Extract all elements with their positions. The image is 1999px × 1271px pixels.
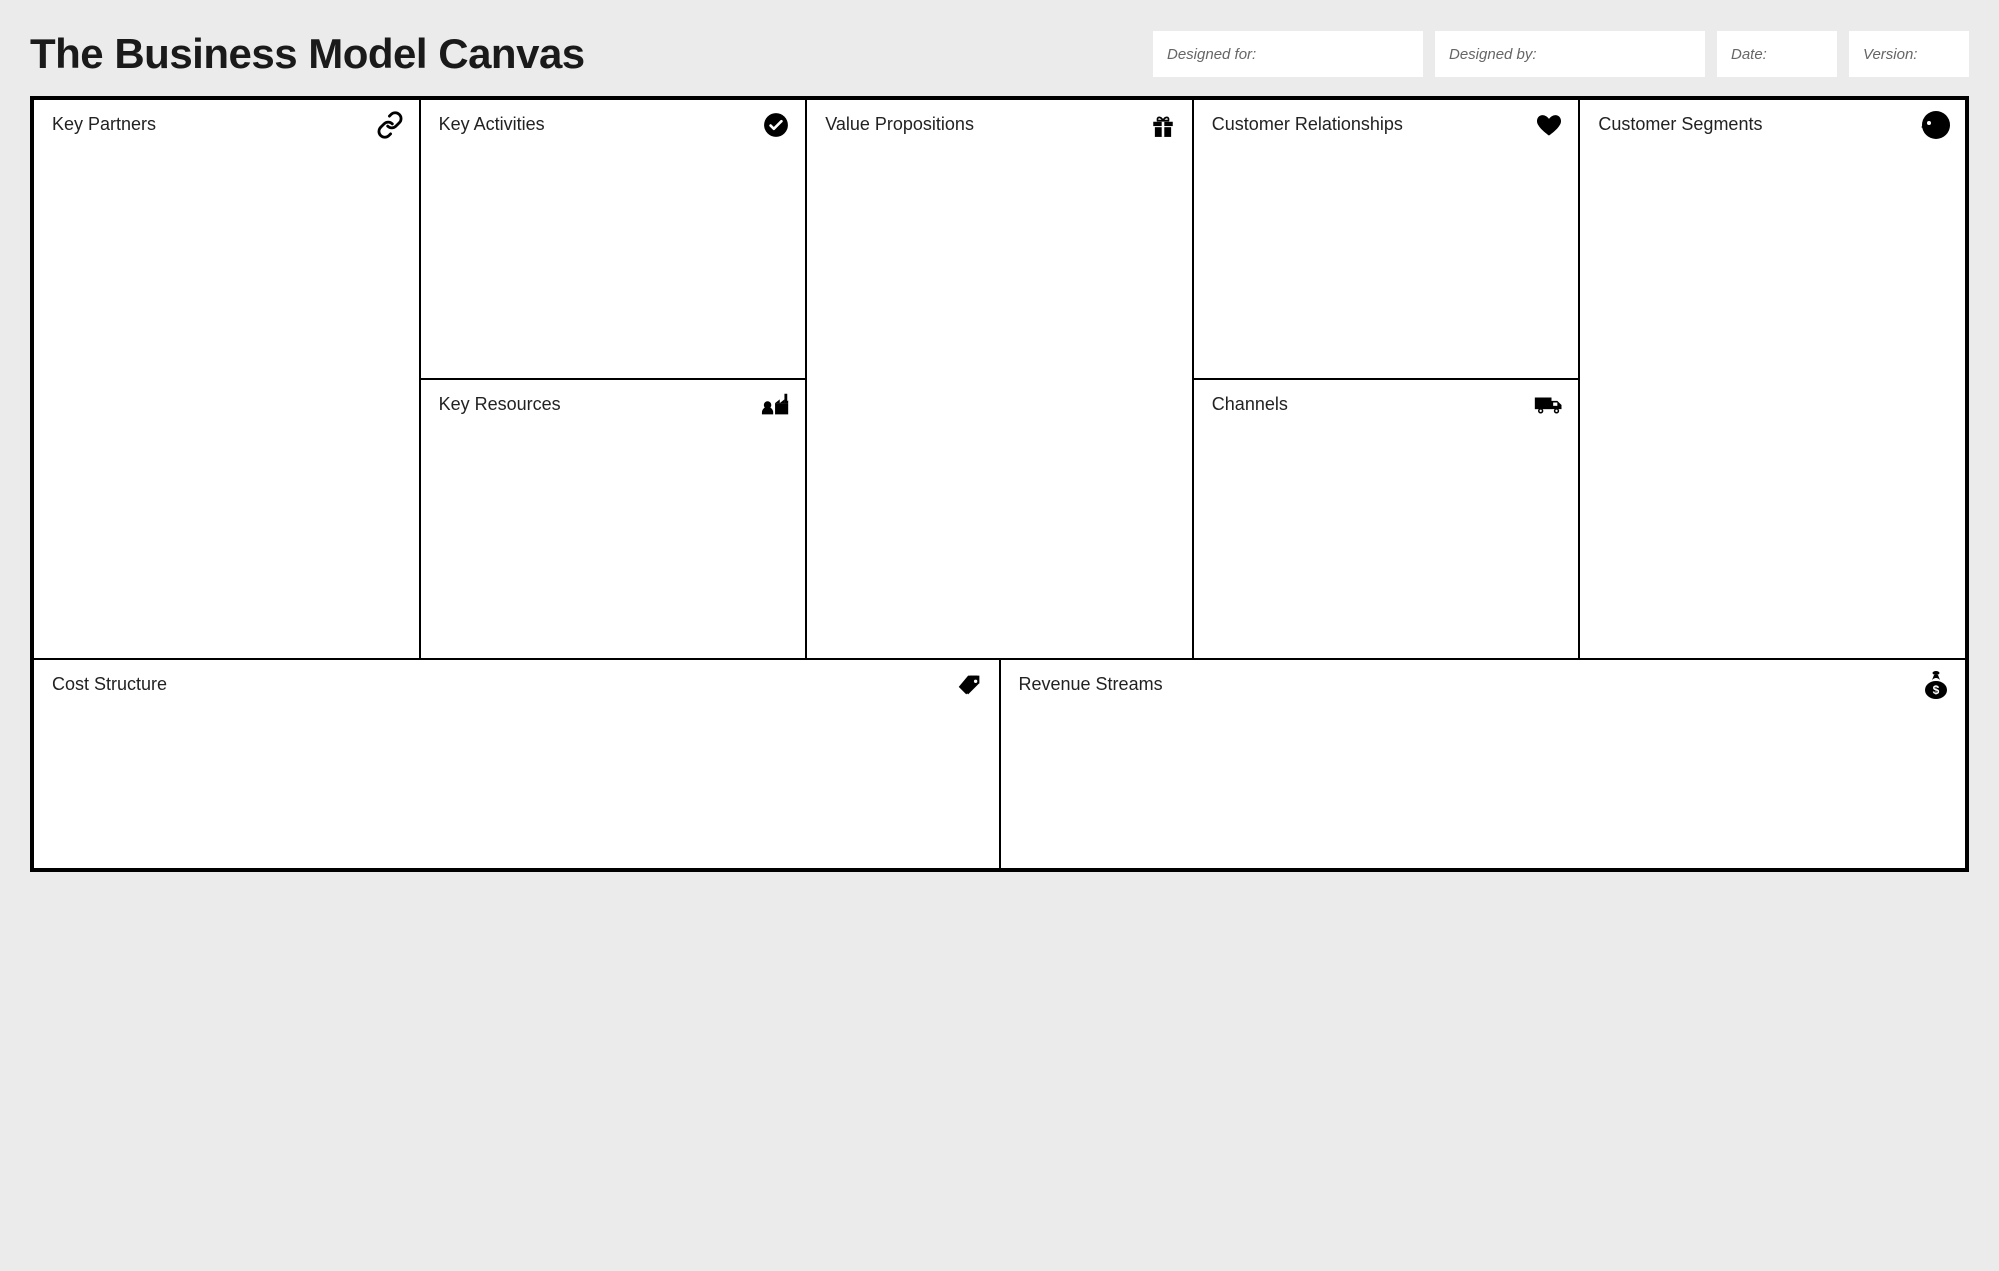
tag-icon [955, 670, 985, 700]
cell-title-customer-segments: Customer Segments [1598, 114, 1947, 135]
link-icon [375, 110, 405, 140]
money-bag-icon: $ [1921, 670, 1951, 700]
canvas-header: The Business Model Canvas Designed for: … [30, 30, 1969, 78]
cell-key-resources[interactable]: Key Resources [420, 379, 807, 659]
cell-title-cost-structure: Cost Structure [52, 674, 981, 695]
head-icon [1921, 110, 1951, 140]
meta-designed-by-label: Designed by: [1449, 46, 1537, 63]
heart-icon [1534, 110, 1564, 140]
page-title: The Business Model Canvas [30, 30, 585, 78]
gift-icon [1148, 110, 1178, 140]
meta-date[interactable]: Date: [1717, 31, 1837, 77]
cell-revenue-streams[interactable]: Revenue Streams $ [1000, 659, 1967, 869]
cell-title-key-partners: Key Partners [52, 114, 401, 135]
svg-text:$: $ [1933, 683, 1940, 697]
cell-value-propositions[interactable]: Value Propositions [806, 99, 1193, 659]
cell-title-key-resources: Key Resources [439, 394, 788, 415]
cell-customer-relationships[interactable]: Customer Relationships [1193, 99, 1580, 379]
meta-designed-for[interactable]: Designed for: [1153, 31, 1423, 77]
meta-date-label: Date: [1731, 46, 1767, 63]
cell-title-revenue-streams: Revenue Streams [1019, 674, 1948, 695]
cell-title-customer-relationships: Customer Relationships [1212, 114, 1561, 135]
meta-version[interactable]: Version: [1849, 31, 1969, 77]
truck-icon [1534, 390, 1564, 420]
check-circle-icon [761, 110, 791, 140]
cell-customer-segments[interactable]: Customer Segments [1579, 99, 1966, 659]
cell-title-key-activities: Key Activities [439, 114, 788, 135]
business-model-canvas: Key Partners Key Activities Key Resource… [30, 96, 1969, 872]
cell-key-partners[interactable]: Key Partners [33, 99, 420, 659]
meta-designed-for-label: Designed for: [1167, 46, 1256, 63]
meta-version-label: Version: [1863, 46, 1917, 63]
cell-channels[interactable]: Channels [1193, 379, 1580, 659]
cell-title-value-propositions: Value Propositions [825, 114, 1174, 135]
meta-designed-by[interactable]: Designed by: [1435, 31, 1705, 77]
cell-cost-structure[interactable]: Cost Structure [33, 659, 1000, 869]
factory-icon [761, 390, 791, 420]
cell-title-channels: Channels [1212, 394, 1561, 415]
cell-key-activities[interactable]: Key Activities [420, 99, 807, 379]
